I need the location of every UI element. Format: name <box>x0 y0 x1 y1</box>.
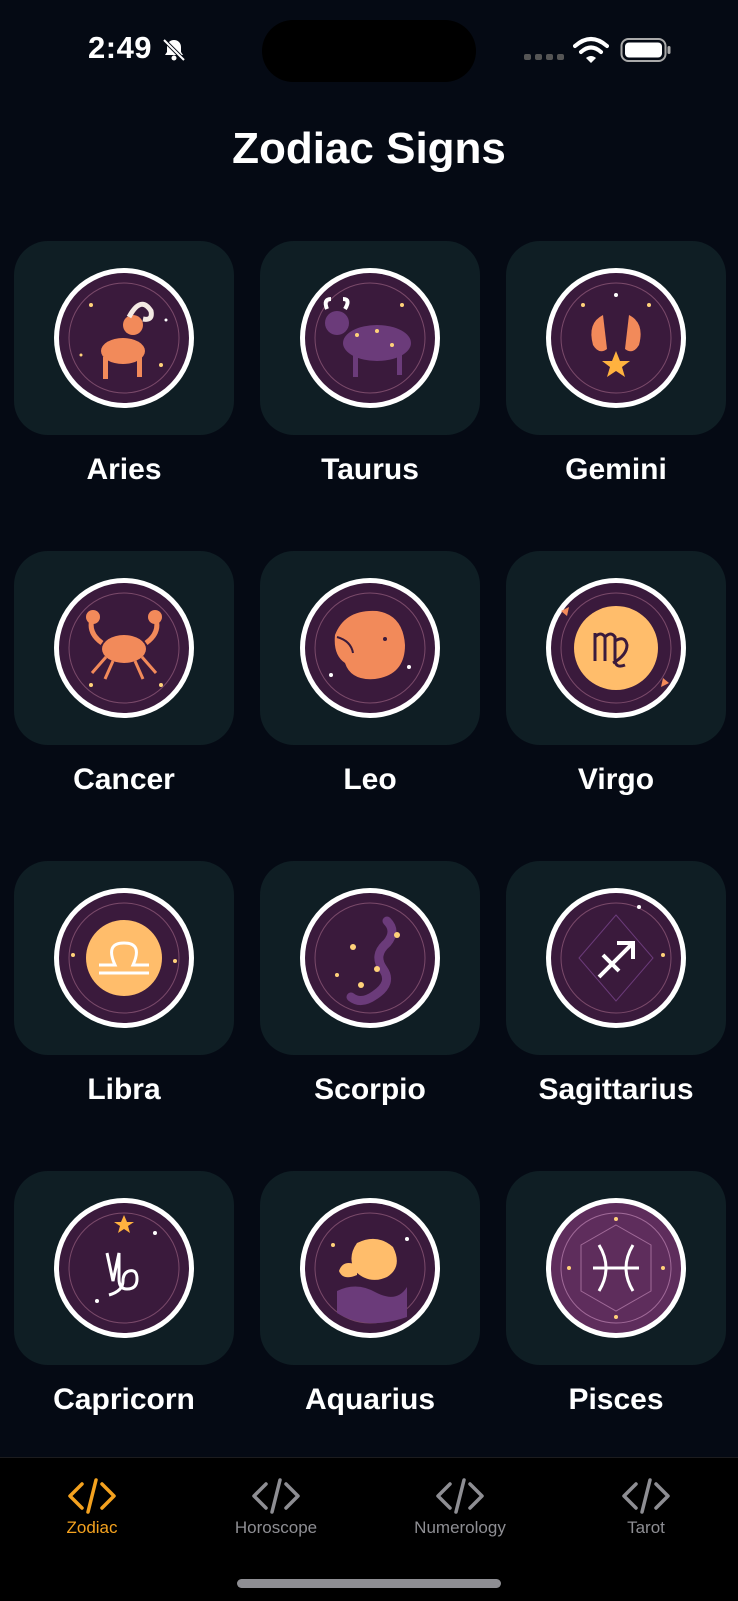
zodiac-card[interactable] <box>260 861 480 1055</box>
cancer-crab-icon <box>54 578 194 718</box>
pisces-glyph-icon <box>546 1198 686 1338</box>
zodiac-label: Leo <box>343 763 397 796</box>
zodiac-card[interactable] <box>14 1171 234 1365</box>
zodiac-label: Sagittarius <box>538 1073 694 1106</box>
zodiac-label: Libra <box>87 1073 161 1106</box>
libra-glyph-icon <box>54 888 194 1028</box>
silent-bell-icon <box>162 38 186 62</box>
zodiac-item-libra[interactable]: Libra <box>14 861 234 1107</box>
taurus-bull-icon <box>300 268 440 408</box>
zodiac-label: Taurus <box>321 453 419 486</box>
zodiac-label: Capricorn <box>53 1383 195 1416</box>
code-icon <box>252 1478 300 1514</box>
zodiac-item-pisces[interactable]: Pisces <box>506 1171 726 1417</box>
zodiac-label: Aquarius <box>304 1383 436 1416</box>
zodiac-card[interactable] <box>506 551 726 745</box>
wifi-icon <box>573 37 609 63</box>
zodiac-card[interactable] <box>14 861 234 1055</box>
capricorn-glyph-icon <box>54 1198 194 1338</box>
zodiac-item-taurus[interactable]: Taurus <box>260 241 480 487</box>
virgo-glyph-icon <box>546 578 686 718</box>
aries-ram-icon <box>54 268 194 408</box>
dynamic-island <box>262 20 476 82</box>
tab-numerology[interactable]: Numerology <box>368 1476 552 1538</box>
zodiac-card[interactable] <box>260 551 480 745</box>
page-title: Zodiac Signs <box>232 124 506 173</box>
gemini-twins-icon <box>546 268 686 408</box>
sagittarius-glyph-icon <box>546 888 686 1028</box>
zodiac-item-aries[interactable]: Aries <box>14 241 234 487</box>
zodiac-card[interactable] <box>260 1171 480 1365</box>
zodiac-label: Pisces <box>568 1383 664 1416</box>
zodiac-card[interactable] <box>506 241 726 435</box>
zodiac-label: Cancer <box>73 763 175 796</box>
code-icon <box>68 1478 116 1514</box>
zodiac-label: Scorpio <box>314 1073 426 1106</box>
zodiac-item-cancer[interactable]: Cancer <box>14 551 234 797</box>
leo-lion-icon <box>300 578 440 718</box>
battery-icon <box>620 38 671 62</box>
zodiac-item-aquarius[interactable]: Aquarius <box>260 1171 480 1417</box>
zodiac-item-sagittarius[interactable]: Sagittarius <box>506 861 726 1107</box>
tab-zodiac[interactable]: Zodiac <box>0 1476 184 1538</box>
status-bar: 2:49 <box>0 0 738 100</box>
zodiac-card[interactable] <box>14 551 234 745</box>
zodiac-label: Aries <box>86 453 162 486</box>
code-icon <box>436 1478 484 1514</box>
zodiac-item-gemini[interactable]: Gemini <box>506 241 726 487</box>
aquarius-fish-icon <box>300 1198 440 1338</box>
home-indicator[interactable] <box>237 1579 501 1588</box>
zodiac-card[interactable] <box>506 861 726 1055</box>
zodiac-card[interactable] <box>14 241 234 435</box>
zodiac-item-scorpio[interactable]: Scorpio <box>260 861 480 1107</box>
tab-horoscope[interactable]: Horoscope <box>184 1476 368 1538</box>
status-time: 2:49 <box>88 30 153 65</box>
code-icon <box>622 1478 670 1514</box>
zodiac-item-virgo[interactable]: Virgo <box>506 551 726 797</box>
tab-label: Horoscope <box>234 1518 318 1537</box>
zodiac-card[interactable] <box>260 241 480 435</box>
scorpio-constellation-icon <box>300 888 440 1028</box>
zodiac-item-leo[interactable]: Leo <box>260 551 480 797</box>
zodiac-label: Gemini <box>565 453 667 486</box>
tab-tarot[interactable]: Tarot <box>554 1476 738 1538</box>
tab-label: Tarot <box>627 1518 665 1537</box>
zodiac-card[interactable] <box>506 1171 726 1365</box>
cellular-signal-icon <box>524 54 564 60</box>
tab-label: Zodiac <box>66 1518 118 1537</box>
tab-label: Numerology <box>414 1518 506 1537</box>
zodiac-label: Virgo <box>577 763 655 796</box>
zodiac-item-capricorn[interactable]: Capricorn <box>14 1171 234 1417</box>
